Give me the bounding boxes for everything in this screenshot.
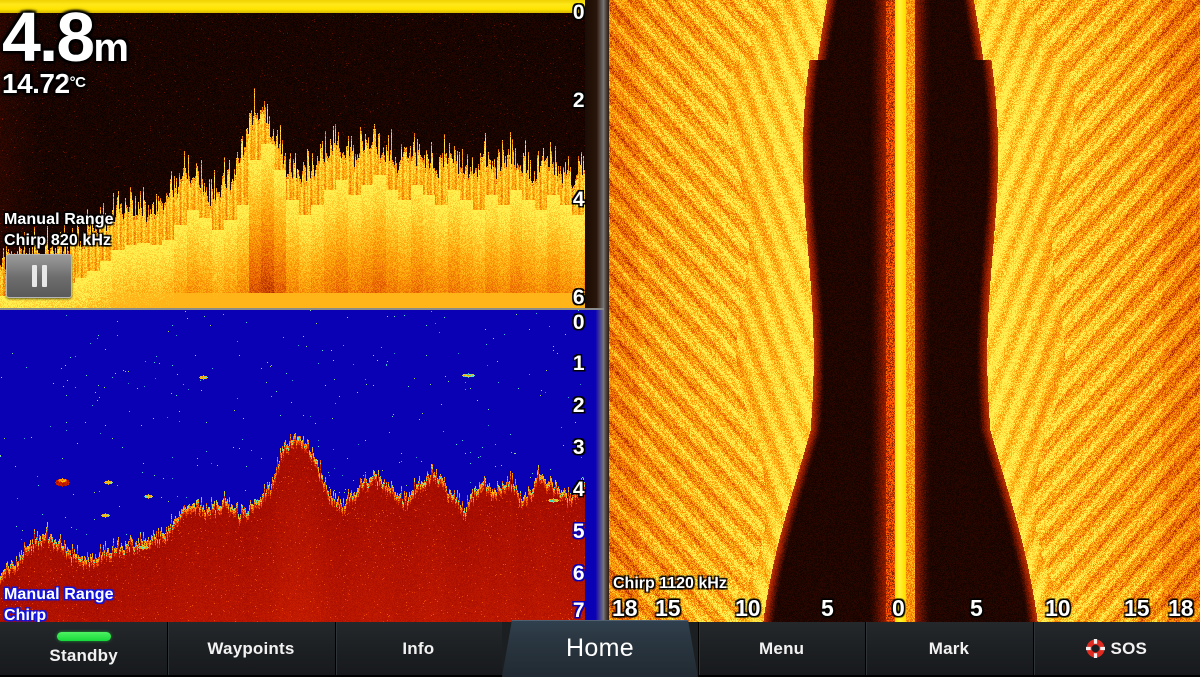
lower-scale-tick-2: 2 bbox=[573, 395, 584, 416]
sos-content: SOS bbox=[1086, 639, 1148, 659]
toolbar-label-info: Info bbox=[402, 639, 434, 659]
toolbar-label-menu: Menu bbox=[759, 639, 804, 659]
toolbar-item-info[interactable]: Info bbox=[335, 622, 502, 675]
upper-sonar-canvas-box bbox=[0, 0, 585, 310]
sidescan-panel[interactable]: Chirp 1120 kHz 18 15 10 5 0 5 10 15 18 bbox=[609, 0, 1200, 622]
sonar-area: 4.8m 14.72°C Manual Range Chirp 820 kHz … bbox=[0, 0, 1200, 622]
surface-return-band bbox=[0, 0, 585, 13]
lower-scale-tick-1: 1 bbox=[573, 353, 584, 374]
lower-scale-tick-4: 4 bbox=[573, 479, 584, 500]
sidescan-center-line bbox=[896, 0, 905, 622]
sidescan-tick-left-15: 15 bbox=[655, 597, 681, 620]
lower-sonar-trace bbox=[0, 310, 585, 622]
sonar-display-root: 4.8m 14.72°C Manual Range Chirp 820 kHz … bbox=[0, 0, 1200, 675]
bottom-toolbar: Standby Waypoints Info Home Menu Mark bbox=[0, 622, 1200, 675]
sidescan-tick-left-5: 5 bbox=[821, 597, 834, 620]
upper-scale-tick-0: 0 bbox=[573, 2, 584, 23]
lower-scale-tick-5: 5 bbox=[573, 521, 584, 542]
sidescan-tick-left-18: 18 bbox=[612, 597, 638, 620]
upper-sonar-trace bbox=[0, 0, 585, 310]
sidescan-tick-left-10: 10 bbox=[735, 597, 761, 620]
toolbar-item-sos[interactable]: SOS bbox=[1033, 622, 1200, 675]
upper-depth-scale-strip bbox=[585, 0, 604, 310]
lower-scale-tick-0: 0 bbox=[573, 312, 584, 333]
toolbar-item-home[interactable]: Home bbox=[502, 622, 698, 675]
toolbar-label-waypoints: Waypoints bbox=[207, 639, 294, 659]
upper-scale-tick-2: 2 bbox=[573, 90, 584, 111]
standby-status-indicator bbox=[57, 632, 111, 641]
life-ring-icon bbox=[1086, 639, 1105, 658]
lower-scale-tick-6: 6 bbox=[573, 563, 584, 584]
toolbar-label-standby: Standby bbox=[49, 646, 117, 666]
toolbar-label-home: Home bbox=[566, 634, 634, 663]
sidescan-tick-center-0: 0 bbox=[892, 597, 905, 620]
left-sonar-column: 4.8m 14.72°C Manual Range Chirp 820 kHz … bbox=[0, 0, 604, 622]
lower-depth-scale-strip bbox=[585, 310, 604, 622]
upper-scale-tick-4: 4 bbox=[573, 189, 584, 210]
toolbar-item-menu[interactable]: Menu bbox=[698, 622, 865, 675]
pause-button[interactable] bbox=[6, 254, 72, 298]
toolbar-label-sos: SOS bbox=[1111, 639, 1148, 659]
toolbar-item-waypoints[interactable]: Waypoints bbox=[167, 622, 334, 675]
sidescan-tick-right-5: 5 bbox=[970, 597, 983, 620]
lower-sonar-panel[interactable]: Manual Range Chirp 0 1 2 3 4 5 6 7 bbox=[0, 310, 604, 622]
pause-icon-bar-right bbox=[42, 265, 47, 287]
toolbar-item-mark[interactable]: Mark bbox=[865, 622, 1032, 675]
lower-scale-tick-7: 7 bbox=[573, 600, 584, 621]
sidescan-frequency-label: Chirp 1120 kHz bbox=[613, 575, 727, 593]
sidescan-tick-right-15: 15 bbox=[1124, 597, 1150, 620]
toolbar-label-mark: Mark bbox=[929, 639, 970, 659]
upper-scale-tick-6: 6 bbox=[573, 287, 584, 308]
sidescan-tick-right-18: 18 bbox=[1168, 597, 1194, 620]
toolbar-item-standby[interactable]: Standby bbox=[0, 622, 167, 675]
lower-sonar-canvas-box bbox=[0, 310, 585, 622]
upper-sonar-panel[interactable]: 4.8m 14.72°C Manual Range Chirp 820 kHz … bbox=[0, 0, 604, 310]
pause-icon-bar-left bbox=[32, 265, 37, 287]
sidescan-tick-right-10: 10 bbox=[1045, 597, 1071, 620]
lower-scale-tick-3: 3 bbox=[573, 437, 584, 458]
